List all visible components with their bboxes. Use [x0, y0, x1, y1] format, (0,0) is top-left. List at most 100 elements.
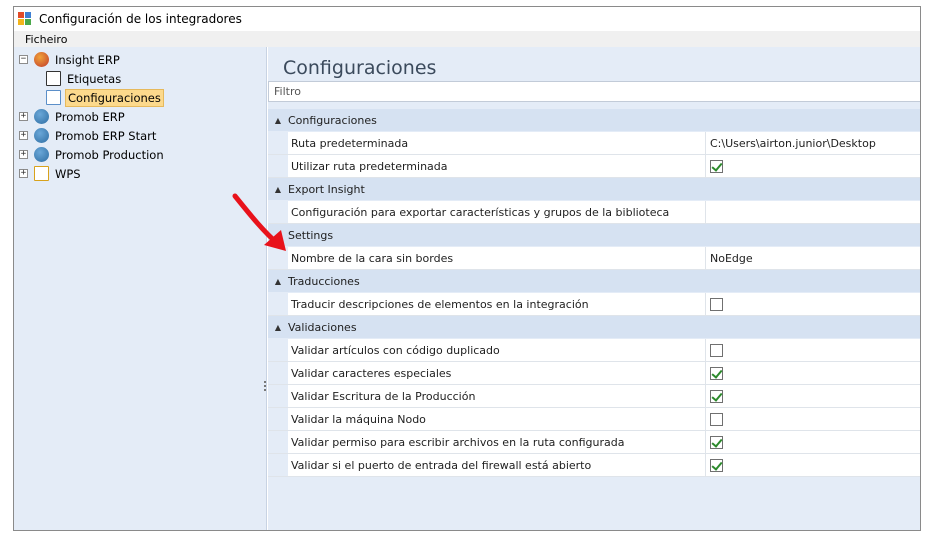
- property-name: Validar permiso para escribir archivos e…: [288, 431, 706, 453]
- checkbox-checked[interactable]: [710, 435, 723, 449]
- insight-erp-icon: [34, 52, 49, 67]
- property-row[interactable]: Validar caracteres especiales: [268, 362, 920, 385]
- tree-item-etiquetas[interactable]: Etiquetas: [40, 69, 123, 88]
- group-label: Validaciones: [288, 320, 357, 334]
- page-title: Configuraciones: [283, 57, 437, 79]
- property-row[interactable]: Nombre de la cara sin bordes NoEdge: [268, 247, 920, 270]
- property-name: Utilizar ruta predeterminada: [288, 155, 706, 177]
- navigation-tree: − Insight ERP Etiquetas Configuraciones + Pro…: [14, 47, 267, 530]
- group-header-settings[interactable]: Settings: [268, 224, 920, 247]
- promob-globe-icon: [34, 147, 49, 162]
- checkbox-unchecked[interactable]: [710, 343, 723, 357]
- group-header-export-insight[interactable]: ▲ Export Insight: [268, 178, 920, 201]
- labels-icon: [46, 71, 61, 86]
- checkbox-unchecked[interactable]: [710, 412, 723, 426]
- checkbox-checked[interactable]: [710, 458, 723, 472]
- tree-item-label: Promob ERP: [55, 109, 125, 124]
- group-label: Settings: [288, 228, 334, 242]
- tree-item-label: Etiquetas: [67, 71, 122, 86]
- row-gutter: [268, 454, 288, 476]
- row-gutter: [268, 293, 288, 315]
- expand-icon[interactable]: +: [19, 131, 28, 140]
- row-gutter: [268, 385, 288, 407]
- tree-item-label: WPS: [55, 166, 81, 181]
- property-value-cell: [706, 454, 920, 476]
- property-name: Validar artículos con código duplicado: [288, 339, 706, 361]
- chevron-up-icon[interactable]: ▲: [268, 323, 288, 332]
- menu-file[interactable]: Ficheiro: [25, 33, 67, 46]
- collapse-icon[interactable]: −: [19, 55, 28, 64]
- group-header-configuraciones[interactable]: ▲ Configuraciones: [268, 109, 920, 132]
- tree-item-label: Promob Production: [55, 147, 164, 162]
- tree-item-wps[interactable]: + WPS: [19, 164, 83, 183]
- expand-icon[interactable]: +: [19, 150, 28, 159]
- group-label: Traducciones: [288, 274, 360, 288]
- property-grid: ▲ Configuraciones Ruta predeterminada C:\Us…: [268, 109, 920, 477]
- promob-globe-icon: [34, 109, 49, 124]
- row-gutter: [268, 339, 288, 361]
- menu-bar: Ficheiro: [14, 31, 920, 47]
- tree-item-label: Configuraciones: [65, 88, 164, 107]
- title-bar: Configuración de los integradores: [14, 7, 920, 30]
- group-label: Configuraciones: [288, 113, 377, 127]
- app-window: Configuración de los integradores Fichei…: [13, 6, 921, 531]
- property-value-cell: [706, 293, 920, 315]
- property-name: Nombre de la cara sin bordes: [288, 247, 706, 269]
- property-name: Validar la máquina Nodo: [288, 408, 706, 430]
- row-gutter: [268, 431, 288, 453]
- tree-item-configuraciones[interactable]: Configuraciones: [40, 88, 164, 107]
- property-row[interactable]: Validar artículos con código duplicado: [268, 339, 920, 362]
- row-gutter: [268, 362, 288, 384]
- wps-chart-icon: [34, 166, 49, 181]
- property-row[interactable]: Validar la máquina Nodo: [268, 408, 920, 431]
- checkbox-checked[interactable]: [710, 366, 723, 380]
- tree-item-label: Promob ERP Start: [55, 128, 157, 143]
- checkbox-checked[interactable]: [710, 159, 723, 173]
- annotation-arrow-icon: [232, 193, 286, 251]
- property-row[interactable]: Validar permiso para escribir archivos e…: [268, 431, 920, 454]
- settings-panel: Configuraciones Filtro ▲ Configuraciones R…: [268, 47, 920, 530]
- property-name: Ruta predeterminada: [288, 132, 706, 154]
- app-icon: [18, 11, 32, 26]
- property-row[interactable]: Ruta predeterminada C:\Users\airton.junio…: [268, 132, 920, 155]
- property-name: Validar si el puerto de entrada del fire…: [288, 454, 706, 476]
- property-row[interactable]: Validar Escritura de la Producción: [268, 385, 920, 408]
- property-value-cell: [706, 408, 920, 430]
- checkbox-unchecked[interactable]: [710, 297, 723, 311]
- checkbox-checked[interactable]: [710, 389, 723, 403]
- group-header-validaciones[interactable]: ▲ Validaciones: [268, 316, 920, 339]
- property-row[interactable]: Traducir descripciones de elementos en l…: [268, 293, 920, 316]
- configurations-icon: [46, 90, 61, 105]
- property-row[interactable]: Utilizar ruta predeterminada: [268, 155, 920, 178]
- group-header-traducciones[interactable]: ▲ Traducciones: [268, 270, 920, 293]
- property-value-cell: [706, 155, 920, 177]
- property-name: Validar Escritura de la Producción: [288, 385, 706, 407]
- promob-globe-icon: [34, 128, 49, 143]
- tree-item-insight-erp[interactable]: − Insight ERP: [19, 50, 122, 69]
- property-row[interactable]: Validar si el puerto de entrada del fire…: [268, 454, 920, 477]
- splitter-handle[interactable]: [264, 381, 267, 395]
- property-value[interactable]: [706, 201, 920, 223]
- expand-icon[interactable]: +: [19, 112, 28, 121]
- property-name: Validar caracteres especiales: [288, 362, 706, 384]
- tree-item-promob-erp-start[interactable]: + Promob ERP Start: [19, 126, 158, 145]
- filter-input[interactable]: Filtro: [268, 81, 920, 102]
- row-gutter: [268, 408, 288, 430]
- property-value[interactable]: NoEdge: [706, 247, 920, 269]
- tree-item-label: Insight ERP: [55, 52, 120, 67]
- chevron-up-icon[interactable]: ▲: [268, 116, 288, 125]
- window-title: Configuración de los integradores: [39, 11, 242, 26]
- property-value-cell: [706, 362, 920, 384]
- row-gutter: [268, 132, 288, 154]
- chevron-up-icon[interactable]: ▲: [268, 277, 288, 286]
- tree-item-promob-production[interactable]: + Promob Production: [19, 145, 166, 164]
- expand-icon[interactable]: +: [19, 169, 28, 178]
- property-value[interactable]: C:\Users\airton.junior\Desktop: [706, 132, 920, 154]
- group-label: Export Insight: [288, 182, 365, 196]
- property-value-cell: [706, 339, 920, 361]
- property-value-cell: [706, 431, 920, 453]
- property-row[interactable]: Configuración para exportar característi…: [268, 201, 920, 224]
- property-name: Traducir descripciones de elementos en l…: [288, 293, 706, 315]
- tree-item-promob-erp[interactable]: + Promob ERP: [19, 107, 127, 126]
- row-gutter: [268, 155, 288, 177]
